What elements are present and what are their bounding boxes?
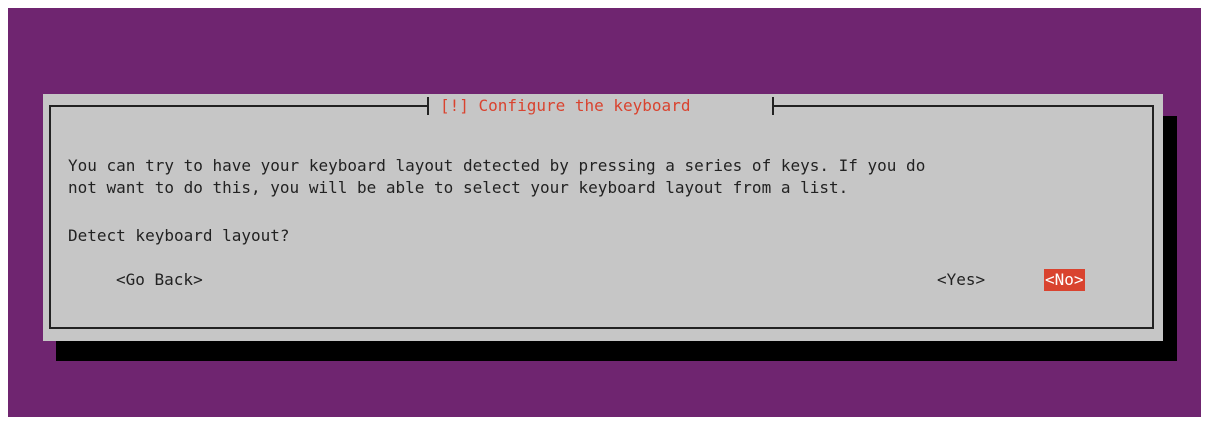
title-separator-left [427, 97, 429, 115]
keyboard-dialog: [!] Configure the keyboard You can try t… [43, 94, 1163, 341]
dialog-title: [!] Configure the keyboard [440, 96, 691, 115]
installer-screen: [!] Configure the keyboard You can try t… [8, 8, 1201, 417]
dialog-frame-top-left [49, 105, 427, 107]
title-separator-right [772, 97, 774, 115]
dialog-frame-top-right [774, 105, 1154, 107]
dialog-frame [49, 105, 1154, 329]
yes-button[interactable]: <Yes> [937, 269, 985, 291]
message-line-1: You can try to have your keyboard layout… [68, 156, 926, 175]
no-button[interactable]: <No> [1044, 269, 1085, 291]
detect-question: Detect keyboard layout? [68, 226, 290, 245]
message-line-2: not want to do this, you will be able to… [68, 178, 849, 197]
go-back-button[interactable]: <Go Back> [116, 269, 203, 291]
